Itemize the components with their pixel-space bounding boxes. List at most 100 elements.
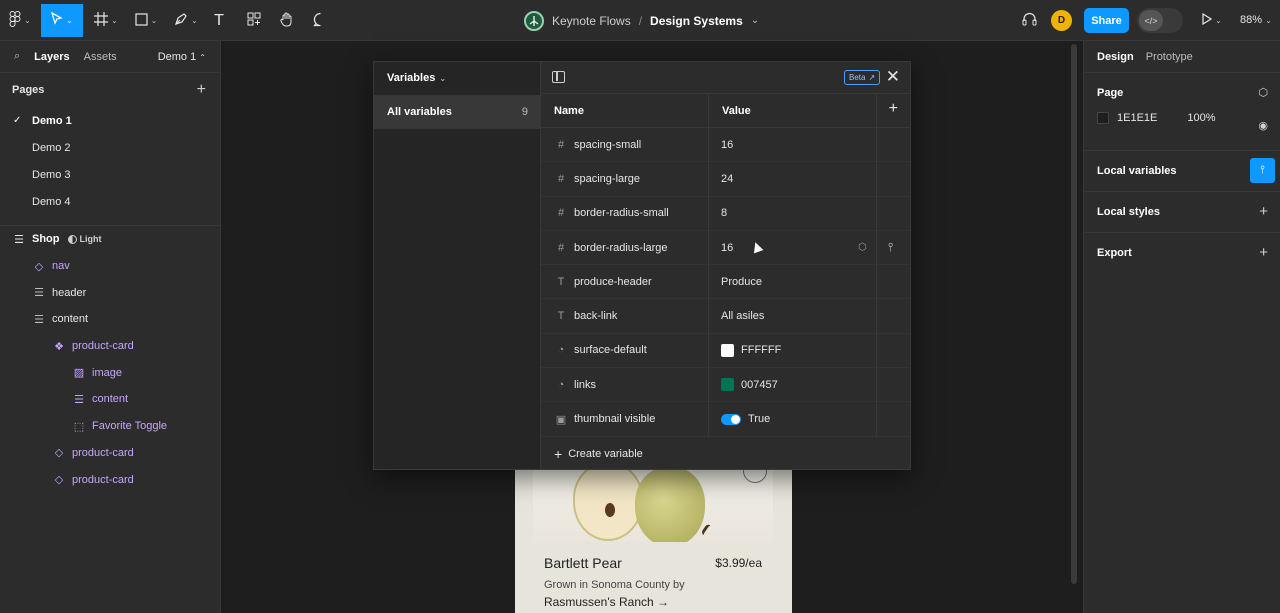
- layer-item[interactable]: ⬚ Favorite Toggle: [0, 413, 220, 440]
- alias-variable-icon[interactable]: ⬡: [858, 242, 867, 253]
- edit-variable-icon[interactable]: ⫯: [888, 240, 893, 255]
- auto-layout-icon: ☰: [34, 313, 44, 326]
- table-row[interactable]: # border-radius-small 8: [541, 196, 910, 231]
- layer-item[interactable]: ☰ content: [0, 306, 220, 333]
- variable-value[interactable]: True: [721, 413, 770, 425]
- open-variables-icon[interactable]: ⫯: [1250, 158, 1275, 183]
- eye-icon[interactable]: ◉: [1258, 119, 1268, 132]
- layer-item[interactable]: ◇ nav: [0, 253, 220, 280]
- variables-dropdown[interactable]: Variables ⌄: [374, 62, 540, 94]
- page-item[interactable]: Demo 4: [0, 188, 220, 215]
- variable-name[interactable]: thumbnail visible: [574, 413, 655, 425]
- move-tool-button[interactable]: ⌄: [41, 4, 83, 37]
- audio-button[interactable]: [1018, 4, 1040, 37]
- frame-tool-button[interactable]: ⌄: [90, 4, 122, 37]
- table-row[interactable]: ▣ thumbnail visible True: [541, 402, 910, 437]
- table-row[interactable]: # spacing-small 16: [541, 128, 910, 163]
- dev-mode-toggle[interactable]: </>: [1137, 8, 1183, 33]
- tab-prototype[interactable]: Prototype: [1146, 51, 1193, 63]
- add-mode-icon[interactable]: +: [889, 100, 898, 118]
- table-row[interactable]: T produce-header Produce: [541, 265, 910, 300]
- column-divider: [708, 333, 709, 368]
- close-icon[interactable]: ✕: [886, 67, 900, 87]
- main-menu-button[interactable]: ⌄: [6, 4, 34, 37]
- variable-name[interactable]: border-radius-large: [574, 242, 668, 254]
- variable-name[interactable]: links: [574, 379, 596, 391]
- share-button[interactable]: Share: [1084, 8, 1129, 33]
- layer-frame-shop[interactable]: ☰ Shop Light: [0, 226, 220, 253]
- layer-item[interactable]: ☰ content: [0, 386, 220, 413]
- variable-name[interactable]: back-link: [574, 310, 617, 322]
- layer-item[interactable]: ◇ product-card: [0, 466, 220, 493]
- layer-label: content: [92, 393, 129, 406]
- avatar[interactable]: D: [1051, 10, 1072, 31]
- page-fill-row[interactable]: 1E1E1E 100%: [1084, 105, 1280, 131]
- page-item[interactable]: Demo 2: [0, 134, 220, 161]
- variable-value[interactable]: Produce: [721, 276, 762, 288]
- variable-name[interactable]: spacing-small: [574, 139, 641, 151]
- variable-value[interactable]: 007457: [721, 378, 778, 392]
- page-settings-icon[interactable]: ⬡: [1258, 86, 1268, 99]
- producer-link[interactable]: Rasmussen's Ranch →: [544, 595, 669, 609]
- canvas-scrollbar[interactable]: [1071, 44, 1077, 584]
- page-item[interactable]: ✓ Demo 1: [0, 107, 220, 134]
- table-row[interactable]: # border-radius-large 16 ⬡ ⫯: [541, 230, 910, 266]
- layer-item[interactable]: ❖ product-card: [0, 333, 220, 360]
- page-fill-hex[interactable]: 1E1E1E: [1117, 112, 1157, 124]
- variable-value[interactable]: 8: [721, 207, 727, 219]
- page-selector[interactable]: Demo 1 ⌃: [158, 51, 206, 63]
- team-name-link[interactable]: Keynote Flows: [552, 14, 631, 28]
- page-item[interactable]: Demo 3: [0, 161, 220, 188]
- layer-item[interactable]: ◇ product-card: [0, 440, 220, 467]
- table-row[interactable]: ◔ surface-default FFFFFF: [541, 333, 910, 369]
- tab-layers[interactable]: Layers: [34, 51, 69, 63]
- zoom-level[interactable]: 88% ⌄: [1240, 14, 1272, 26]
- chevron-down-icon[interactable]: ⌄: [751, 15, 759, 26]
- page-fill-swatch[interactable]: [1097, 112, 1109, 124]
- product-card-frame[interactable]: Bartlett Pear $3.99/ea Grown in Sonoma C…: [515, 455, 792, 613]
- color-swatch[interactable]: [721, 378, 734, 392]
- add-page-icon[interactable]: +: [197, 81, 206, 99]
- mode-badge[interactable]: Light: [67, 234, 102, 244]
- color-swatch[interactable]: [721, 343, 734, 357]
- beta-badge[interactable]: Beta ↗: [844, 70, 881, 85]
- create-variable-button[interactable]: + Create variable: [541, 437, 910, 471]
- boolean-toggle[interactable]: [721, 413, 741, 425]
- variable-name[interactable]: surface-default: [574, 344, 647, 356]
- variable-name[interactable]: produce-header: [574, 276, 652, 288]
- present-button[interactable]: ⌄: [1198, 4, 1226, 37]
- variable-value[interactable]: 16: [721, 139, 733, 151]
- page-selector-label: Demo 1: [157, 51, 197, 63]
- pen-tool-button[interactable]: ⌄: [170, 4, 202, 37]
- comment-tool-button[interactable]: [309, 4, 331, 37]
- resources-button[interactable]: [243, 4, 265, 37]
- table-row[interactable]: ◔ links 007457: [541, 368, 910, 403]
- variable-value[interactable]: 16: [721, 242, 733, 254]
- page-fill-opacity[interactable]: 100%: [1187, 112, 1215, 124]
- variable-value[interactable]: FFFFFF: [721, 343, 781, 357]
- string-variable-icon: T: [557, 275, 565, 288]
- hand-tool-button[interactable]: [276, 4, 298, 37]
- variable-name[interactable]: border-radius-small: [574, 207, 669, 219]
- sidebar-toggle-icon[interactable]: [552, 71, 565, 83]
- tab-design[interactable]: Design: [1097, 51, 1134, 63]
- layer-item[interactable]: ☰ header: [0, 279, 220, 306]
- add-style-icon[interactable]: +: [1259, 203, 1268, 220]
- shape-tool-button[interactable]: ⌄: [130, 4, 162, 37]
- table-row[interactable]: T back-link All asiles: [541, 299, 910, 334]
- variable-value[interactable]: All asiles: [721, 310, 764, 322]
- column-divider: [876, 265, 877, 299]
- variable-name[interactable]: spacing-large: [574, 173, 640, 185]
- search-icon[interactable]: ⌕: [14, 50, 20, 63]
- table-row[interactable]: # spacing-large 24: [541, 162, 910, 197]
- tab-assets[interactable]: Assets: [84, 51, 117, 63]
- layer-item[interactable]: ▨ image: [0, 359, 220, 386]
- add-export-icon[interactable]: +: [1259, 244, 1268, 261]
- variable-value[interactable]: 24: [721, 173, 733, 185]
- file-name[interactable]: Design Systems: [650, 14, 743, 28]
- instance-icon: ◇: [54, 447, 64, 460]
- boolean-variable-icon: ▣: [555, 413, 567, 426]
- page-section: Page ⬡ 1E1E1E 100% ◉: [1084, 73, 1280, 151]
- collection-item-all[interactable]: All variables 9: [374, 95, 541, 129]
- text-tool-button[interactable]: T: [208, 4, 230, 37]
